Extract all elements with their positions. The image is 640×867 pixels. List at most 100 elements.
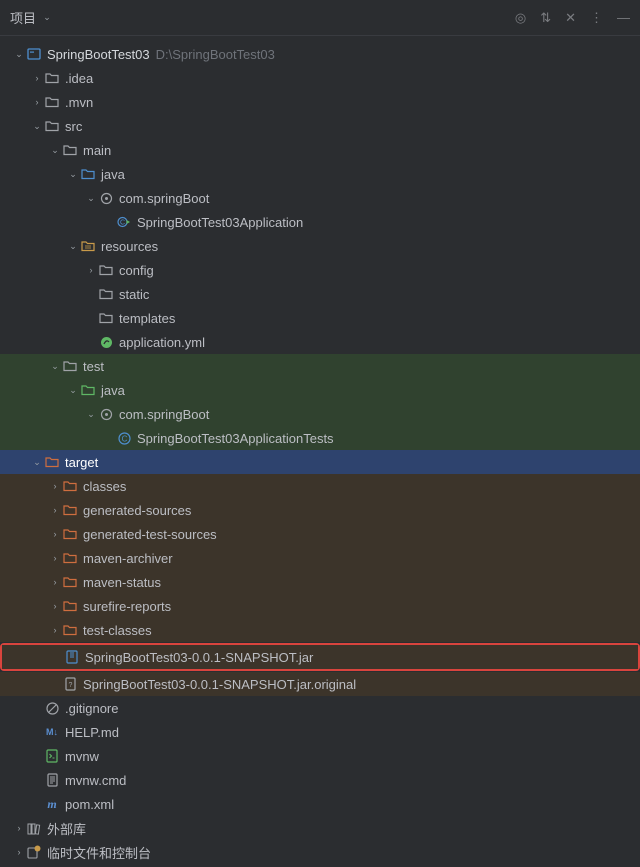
test-folder-icon xyxy=(80,382,96,398)
resources-folder-icon xyxy=(80,238,96,254)
node-maven-archiver[interactable]: › maven-archiver xyxy=(0,546,640,570)
chevron-right-icon: › xyxy=(48,505,62,515)
node-java-main[interactable]: ⌄ java xyxy=(0,162,640,186)
chevron-right-icon: › xyxy=(12,823,26,833)
node-jar[interactable]: SpringBootTest03-0.0.1-SNAPSHOT.jar xyxy=(2,645,638,669)
root-path: D:\SpringBootTest03 xyxy=(156,47,275,62)
library-icon xyxy=(26,820,42,836)
excluded-folder-icon xyxy=(44,454,60,470)
project-tree: ⌄ SpringBootTest03 D:\SpringBootTest03 ›… xyxy=(0,36,640,864)
folder-icon xyxy=(44,70,60,86)
spring-file-icon xyxy=(98,334,114,350)
chevron-right-icon: › xyxy=(30,73,44,83)
file-icon: ? xyxy=(62,676,78,692)
node-config[interactable]: › config xyxy=(0,258,640,282)
excluded-folder-icon xyxy=(62,574,78,590)
folder-icon xyxy=(44,118,60,134)
maven-icon: m xyxy=(44,796,60,812)
node-gitignore[interactable]: .gitignore xyxy=(0,696,640,720)
node-static[interactable]: static xyxy=(0,282,640,306)
folder-icon xyxy=(62,358,78,374)
shell-file-icon xyxy=(44,748,60,764)
node-external-libraries[interactable]: › 外部库 xyxy=(0,816,640,840)
folder-icon xyxy=(98,310,114,326)
node-test-classes[interactable]: › test-classes xyxy=(0,618,640,642)
scratch-icon xyxy=(26,844,42,860)
node-package-test[interactable]: ⌄ com.springBoot xyxy=(0,402,640,426)
node-resources[interactable]: ⌄ resources xyxy=(0,234,640,258)
chevron-down-icon: ⌄ xyxy=(48,361,62,372)
root-name: SpringBootTest03 xyxy=(47,47,150,62)
source-folder-icon xyxy=(80,166,96,182)
close-icon[interactable]: ✕ xyxy=(565,10,576,26)
more-icon[interactable]: ⋮ xyxy=(590,10,603,26)
node-target[interactable]: ⌄ target xyxy=(0,450,640,474)
text-file-icon xyxy=(44,772,60,788)
node-pom[interactable]: m pom.xml xyxy=(0,792,640,816)
class-runnable-icon: C xyxy=(116,214,132,230)
chevron-down-icon: ⌄ xyxy=(84,409,98,420)
node-app-yml[interactable]: application.yml xyxy=(0,330,640,354)
gitignore-icon xyxy=(44,700,60,716)
project-toolbar: 项目 ⌄ ◎ ⇅ ✕ ⋮ — xyxy=(0,0,640,36)
node-src[interactable]: ⌄ src xyxy=(0,114,640,138)
package-icon xyxy=(98,406,114,422)
excluded-folder-icon xyxy=(62,502,78,518)
node-templates[interactable]: templates xyxy=(0,306,640,330)
chevron-down-icon: ⌄ xyxy=(66,385,80,396)
folder-icon xyxy=(98,262,114,278)
chevron-right-icon: › xyxy=(48,481,62,491)
node-mvnw[interactable]: mvnw xyxy=(0,744,640,768)
node-scratches[interactable]: › 临时文件和控制台 xyxy=(0,840,640,864)
chevron-down-icon: ⌄ xyxy=(66,241,80,252)
node-mvnw-cmd[interactable]: mvnw.cmd xyxy=(0,768,640,792)
node-app-class[interactable]: C SpringBootTest03Application xyxy=(0,210,640,234)
chevron-right-icon: › xyxy=(48,553,62,563)
package-icon xyxy=(98,190,114,206)
target-icon[interactable]: ◎ xyxy=(515,10,526,26)
archive-icon xyxy=(64,649,80,665)
minimize-icon[interactable]: — xyxy=(617,10,630,25)
chevron-down-icon: ⌄ xyxy=(66,169,80,180)
chevron-down-icon: ⌄ xyxy=(12,49,26,60)
node-gen-test-sources[interactable]: › generated-test-sources xyxy=(0,522,640,546)
node-main[interactable]: ⌄ main xyxy=(0,138,640,162)
tree-root[interactable]: ⌄ SpringBootTest03 D:\SpringBootTest03 xyxy=(0,42,640,66)
chevron-right-icon: › xyxy=(12,847,26,857)
collapse-icon[interactable]: ⇅ xyxy=(540,10,551,26)
excluded-folder-icon xyxy=(62,526,78,542)
chevron-down-icon: ⌄ xyxy=(30,121,44,132)
chevron-right-icon: › xyxy=(30,97,44,107)
chevron-down-icon: ⌄ xyxy=(30,457,44,468)
excluded-folder-icon xyxy=(62,478,78,494)
highlight-annotation: SpringBootTest03-0.0.1-SNAPSHOT.jar xyxy=(0,643,640,671)
node-jar-original[interactable]: ? SpringBootTest03-0.0.1-SNAPSHOT.jar.or… xyxy=(0,672,640,696)
chevron-right-icon: › xyxy=(48,625,62,635)
chevron-down-icon: ⌄ xyxy=(48,145,62,156)
node-surefire[interactable]: › surefire-reports xyxy=(0,594,640,618)
node-classes[interactable]: › classes xyxy=(0,474,640,498)
node-package-main[interactable]: ⌄ com.springBoot xyxy=(0,186,640,210)
node-idea[interactable]: › .idea xyxy=(0,66,640,90)
node-test[interactable]: ⌄ test xyxy=(0,354,640,378)
node-maven-status[interactable]: › maven-status xyxy=(0,570,640,594)
folder-icon xyxy=(98,286,114,302)
markdown-icon: M↓ xyxy=(44,724,60,740)
node-gen-sources[interactable]: › generated-sources xyxy=(0,498,640,522)
project-title-label: 项目 xyxy=(10,8,36,27)
svg-text:C: C xyxy=(120,220,125,227)
project-title[interactable]: 项目 ⌄ xyxy=(10,8,54,27)
chevron-right-icon: › xyxy=(48,529,62,539)
node-test-class[interactable]: C SpringBootTest03ApplicationTests xyxy=(0,426,640,450)
excluded-folder-icon xyxy=(62,550,78,566)
excluded-folder-icon xyxy=(62,622,78,638)
module-icon xyxy=(26,46,42,62)
folder-icon xyxy=(62,142,78,158)
node-mvn[interactable]: › .mvn xyxy=(0,90,640,114)
excluded-folder-icon xyxy=(62,598,78,614)
folder-icon xyxy=(44,94,60,110)
node-help-md[interactable]: M↓ HELP.md xyxy=(0,720,640,744)
chevron-down-icon: ⌄ xyxy=(40,12,54,23)
chevron-down-icon: ⌄ xyxy=(84,193,98,204)
node-java-test[interactable]: ⌄ java xyxy=(0,378,640,402)
